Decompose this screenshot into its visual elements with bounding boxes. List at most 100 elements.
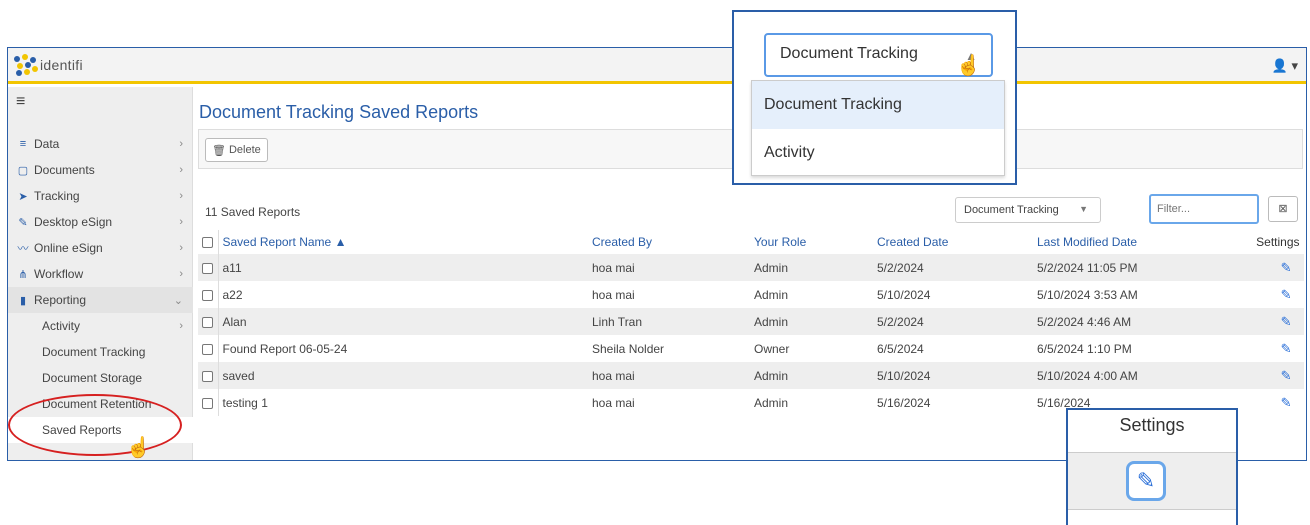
sidebar-subitem-document-tracking[interactable]: Document Tracking (8, 339, 193, 365)
cell-modified-date: 5/2/2024 4:46 AM (1033, 308, 1233, 335)
settings-callout-label: Settings (1119, 415, 1185, 435)
settings-callout-row: ✎ (1068, 452, 1236, 510)
file-icon: ▮ (19, 294, 27, 307)
col-settings: Settings (1256, 235, 1300, 249)
filter-input[interactable] (1149, 194, 1259, 224)
database-icon: ≡ (19, 138, 27, 150)
caret-down-icon: ▼ (1079, 204, 1088, 214)
sidebar-subitem-activity[interactable]: Activity › (8, 313, 193, 339)
col-your-role[interactable]: Your Role (750, 230, 873, 254)
cell-created-date: 5/2/2024 (873, 308, 1033, 335)
option-document-tracking[interactable]: Document Tracking (752, 81, 1004, 129)
delete-button[interactable]: 🗑 Delete (205, 138, 268, 162)
cell-report-name[interactable]: Alan (218, 308, 588, 335)
app-logo[interactable]: identifi (14, 54, 83, 76)
row-checkbox[interactable] (202, 262, 213, 274)
cell-role: Owner (754, 341, 790, 356)
row-checkbox[interactable] (202, 343, 213, 355)
edit-icon[interactable]: ✎ (1233, 254, 1304, 281)
sidebar-item-reporting[interactable]: ▮ Reporting ⌄ (8, 287, 193, 313)
col-created-by[interactable]: Created By (588, 230, 750, 254)
user-menu[interactable]: 👤 ▾ (1272, 58, 1298, 74)
sidebar-item-workflow[interactable]: ⋔ Workflow › (8, 261, 193, 287)
row-select-cell (198, 281, 219, 308)
col-last-modified-date[interactable]: Last Modified Date (1033, 230, 1233, 254)
col-saved-report-name[interactable]: Saved Report Name ▲ (218, 230, 588, 254)
col-label: Saved Report Name (222, 235, 332, 249)
edit-icon[interactable]: ✎ (1233, 308, 1304, 335)
cell-modified-date: 6/5/2024 1:10 PM (1037, 341, 1132, 356)
row-checkbox[interactable] (202, 316, 213, 328)
sidebar-item-label: Online eSign (34, 241, 103, 255)
row-select-cell (198, 389, 219, 416)
row-select-cell (198, 308, 219, 335)
settings-callout: Settings ✎ (1066, 408, 1238, 525)
table-body: a11 hoa mai Admin 5/2/2024 5/2/2024 11:05 PM… (198, 254, 1304, 416)
edit-icon[interactable]: ✎ (1233, 335, 1304, 362)
trash-icon: 🗑 (212, 144, 226, 157)
cell-report-name[interactable]: a11 (218, 254, 588, 281)
cell-role: Admin (754, 287, 789, 302)
select-all-checkbox[interactable] (202, 237, 213, 249)
sidebar-item-data[interactable]: ≡ Data › (8, 131, 193, 157)
report-type-value: Document Tracking (964, 204, 1059, 216)
col-created-date[interactable]: Created Date (873, 230, 1033, 254)
edit-icon[interactable]: ✎ (1126, 461, 1166, 501)
menu-icon[interactable]: ≡ (16, 93, 25, 111)
row-checkbox[interactable] (202, 370, 213, 382)
cell-created-date: 5/10/2024 (873, 362, 1033, 389)
table-row[interactable]: saved hoa mai Admin 5/10/2024 5/10/2024 4:00… (198, 362, 1304, 389)
callout-options-menu: Document Tracking Activity (751, 80, 1005, 176)
page-title: Document Tracking Saved Reports (199, 102, 479, 122)
cell-report-name[interactable]: saved (218, 362, 588, 389)
cell-role: Admin (750, 362, 873, 389)
cell-created-by: hoa mai (592, 395, 635, 410)
sidebar-item-tracking[interactable]: ➤ Tracking › (8, 183, 193, 209)
top-bar: identifi 👤 ▾ (8, 48, 1306, 84)
sidebar-item-label: Documents (34, 163, 95, 177)
saved-reports-table: Saved Report Name ▲ Created By Your Role… (198, 230, 1304, 416)
report-count: 11 Saved Reports (205, 205, 301, 219)
sidebar-item-label: Tracking (34, 189, 80, 203)
row-checkbox[interactable] (202, 397, 213, 409)
table-row[interactable]: Alan Linh Tran Admin 5/2/2024 5/2/2024 4:46 … (198, 308, 1304, 335)
dropdown-callout: Document Tracking ▲ Document Tracking Ac… (732, 10, 1017, 185)
pen-icon: ✎ (18, 216, 28, 229)
sidebar-item-label: Desktop eSign (34, 215, 113, 229)
chevron-right-icon: › (179, 190, 183, 202)
table-row[interactable]: a11 hoa mai Admin 5/2/2024 5/2/2024 11:05 PM… (198, 254, 1304, 281)
sidebar-subitem-label: Activity (42, 319, 81, 333)
row-select-cell (198, 254, 219, 281)
table-header-row: Saved Report Name ▲ Created By Your Role… (198, 230, 1304, 254)
report-type-select[interactable]: Document Tracking ▼ (955, 197, 1101, 223)
export-excel-button[interactable]: ⊠ (1268, 196, 1298, 222)
app-name: identifi (40, 57, 83, 73)
row-select-cell (198, 335, 219, 362)
chevron-right-icon: › (179, 268, 183, 280)
excel-icon: ⊠ (1278, 203, 1288, 215)
chevron-right-icon: › (179, 164, 183, 176)
option-activity[interactable]: Activity (752, 129, 1004, 177)
sidebar-item-online-esign[interactable]: 〰 Online eSign › (8, 235, 193, 261)
row-checkbox[interactable] (202, 289, 213, 301)
select-all-cell (198, 230, 219, 254)
cell-report-name[interactable]: Found Report 06-05-24 (218, 335, 588, 362)
cell-created-by: hoa mai (588, 254, 750, 281)
sidebar-subitem-document-storage[interactable]: Document Storage (8, 365, 193, 391)
sidebar-item-documents[interactable]: ▢ Documents › (8, 157, 193, 183)
sidebar-subitem-label: Document Storage (42, 371, 143, 385)
cell-report-name[interactable]: testing 1 (218, 389, 588, 416)
sidebar-item-desktop-esign[interactable]: ✎ Desktop eSign › (8, 209, 193, 235)
cell-role: Admin (750, 254, 873, 281)
edit-icon[interactable]: ✎ (1233, 389, 1304, 416)
cell-role: Admin (750, 308, 873, 335)
cell-created-date: 5/10/2024 (877, 287, 931, 302)
app-window: identifi 👤 ▾ ≡ ≡ Data › ▢ Documents › ➤ Trackin… (7, 47, 1307, 461)
clipboard-icon: ▢ (17, 164, 29, 177)
row-select-cell (198, 362, 219, 389)
table-row[interactable]: a22 hoa mai Admin 5/10/2024 5/10/2024 3:53 A… (198, 281, 1304, 308)
cell-report-name[interactable]: a22 (218, 281, 588, 308)
edit-icon[interactable]: ✎ (1233, 362, 1304, 389)
table-row[interactable]: Found Report 06-05-24 Sheila Nolder Owner 6… (198, 335, 1304, 362)
edit-icon[interactable]: ✎ (1233, 281, 1304, 308)
